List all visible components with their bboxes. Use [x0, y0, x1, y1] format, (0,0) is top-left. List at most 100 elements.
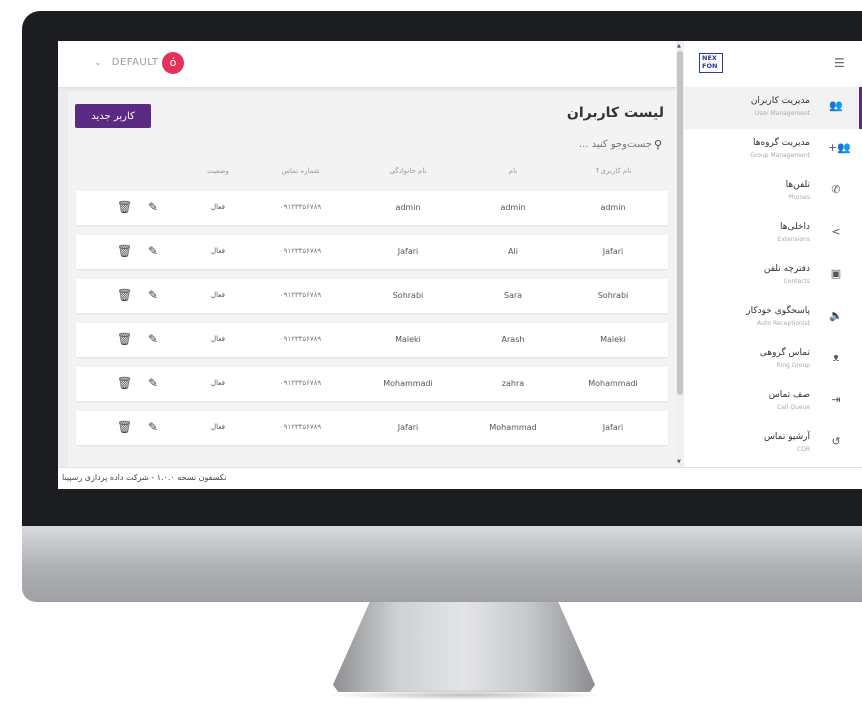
sidebar-item-extensions[interactable]: داخلی‌ها Extensions <: [684, 213, 862, 255]
cell-phone: ۰۹۱۲۳۴۵۶۷۸۹: [279, 379, 322, 387]
edit-icon[interactable]: ✎: [148, 200, 158, 214]
header-first-name[interactable]: نام: [463, 167, 563, 175]
sidebar-item-contacts[interactable]: دفترچه تلفن Contacts ▣: [684, 255, 862, 297]
cell-username: Jafari: [602, 423, 624, 432]
header-last-name[interactable]: نام خانوادگی: [353, 167, 463, 175]
table-row: 🗑 ✎ فعال ۰۹۱۲۳۴۵۶۷۸۹ Maleki Arash Maleki: [76, 323, 668, 357]
edit-icon[interactable]: ✎: [148, 420, 158, 434]
logo-line-2: FON: [702, 62, 718, 70]
table-row: 🗑 ✎ فعال ۰۹۱۲۳۴۵۶۷۸۹ Mohammadi zahra Moh…: [76, 367, 668, 401]
speaker-icon: 🔈: [829, 309, 843, 322]
sidebar-item-sublabel: CDR: [797, 446, 810, 453]
top-bar: ⌄ DEFAULT ó: [58, 41, 676, 87]
sidebar-item-auto-receptionist[interactable]: پاسخگوی خودکار Auto Receptionist 🔈: [684, 297, 862, 339]
sidebar-item-label: داخلی‌ها: [779, 222, 810, 232]
sidebar-item-sublabel: Phones: [788, 194, 810, 201]
monitor-chin: [22, 526, 862, 602]
sidebar-header: NEX FON ☰: [684, 41, 862, 87]
profile-select[interactable]: ⌄ DEFAULT: [94, 57, 159, 68]
nexfon-logo: NEX FON: [699, 53, 723, 73]
avatar[interactable]: ó: [162, 52, 184, 74]
share-icon: <: [831, 225, 841, 238]
sidebar-item-label: صف تماس: [768, 390, 810, 400]
delete-icon[interactable]: 🗑: [117, 200, 132, 214]
scroll-down-icon[interactable]: ▼: [677, 459, 681, 465]
cell-phone: ۰۹۱۲۳۴۵۶۷۸۹: [279, 291, 322, 299]
sidebar-item-sublabel: Call Queue: [777, 404, 810, 411]
delete-icon[interactable]: 🗑: [117, 244, 132, 258]
cell-status: فعال: [211, 291, 225, 299]
edit-icon[interactable]: ✎: [148, 244, 158, 258]
page-title: لیست کاربران: [566, 105, 664, 121]
cell-username: Mohammadi: [588, 379, 638, 388]
cell-username: Jafari: [602, 247, 624, 256]
cell-first-name: Sara: [503, 291, 523, 300]
cell-phone: ۰۹۱۲۳۴۵۶۷۸۹: [279, 423, 322, 431]
users-card: کاربر جدید لیست کاربران ⚲ ↑نام کاربری نا…: [68, 91, 676, 489]
scroll-up-icon[interactable]: ▲: [677, 43, 681, 49]
delete-icon[interactable]: 🗑: [117, 376, 132, 390]
cell-status: فعال: [211, 335, 225, 343]
cell-first-name: Arash: [501, 335, 525, 344]
stand-shadow: [325, 690, 605, 700]
search-input[interactable]: [541, 138, 652, 150]
sidebar-item-label: پاسخگوی خودکار: [746, 306, 810, 316]
new-user-button[interactable]: کاربر جدید: [75, 104, 151, 128]
sidebar: NEX FON ☰ مدیریت کاربران User Management…: [684, 41, 862, 467]
cell-first-name: zahra: [501, 379, 525, 388]
edit-icon[interactable]: ✎: [148, 288, 158, 302]
sidebar-item-label: تلفن‌ها: [785, 180, 810, 190]
search-icon: ⚲: [653, 137, 662, 151]
scrollbar-thumb[interactable]: [677, 51, 683, 395]
cell-last-name: Maleki: [395, 335, 421, 344]
delete-icon[interactable]: 🗑: [117, 420, 132, 434]
chevron-down-icon: ⌄: [94, 58, 103, 68]
cell-last-name: Mohammadi: [383, 379, 433, 388]
profile-label: DEFAULT: [111, 57, 159, 68]
contacts-icon: ▣: [830, 267, 842, 280]
sidebar-item-phones[interactable]: تلفن‌ها Phones ✆: [684, 171, 862, 213]
cell-last-name: Jafari: [397, 423, 419, 432]
sidebar-item-sublabel: Extensions: [777, 236, 810, 243]
cell-status: فعال: [211, 423, 225, 431]
header-username[interactable]: ↑نام کاربری: [563, 167, 663, 175]
sidebar-item-sublabel: Auto Receptionist: [757, 320, 810, 327]
cell-phone: ۰۹۱۲۳۴۵۶۷۸۹: [279, 247, 322, 255]
phone-icon: ✆: [831, 183, 841, 196]
sidebar-item-user-management[interactable]: مدیریت کاربران User Management 👥: [684, 87, 862, 129]
sidebar-item-sublabel: Ring Group: [776, 362, 810, 369]
table-row: 🗑 ✎ فعال ۰۹۱۲۳۴۵۶۷۸۹ Jafari Mohammad Jaf…: [76, 411, 668, 445]
delete-icon[interactable]: 🗑: [117, 332, 132, 346]
hamburger-menu-icon[interactable]: ☰: [834, 56, 845, 70]
edit-icon[interactable]: ✎: [148, 332, 158, 346]
cell-first-name: Ali: [508, 247, 518, 256]
sidebar-item-label: تماس گروهی: [759, 348, 810, 358]
cell-status: فعال: [211, 379, 225, 387]
search-box[interactable]: ⚲: [522, 135, 662, 153]
cell-first-name: admin: [500, 203, 526, 212]
header-phone[interactable]: شماره تماس: [248, 167, 353, 175]
sidebar-item-call-queue[interactable]: صف تماس Call Queue ⇥: [684, 381, 862, 423]
edit-icon[interactable]: ✎: [148, 376, 158, 390]
logo-line-1: NEX: [702, 54, 717, 62]
cell-username: Maleki: [600, 335, 626, 344]
users-icon: 👥: [829, 99, 843, 112]
delete-icon[interactable]: 🗑: [117, 288, 132, 302]
sidebar-item-cdr[interactable]: آرشیو تماس CDR ↺: [684, 423, 862, 465]
cell-status: فعال: [211, 247, 225, 255]
ring-group-icon: ᴥ: [832, 351, 840, 364]
cell-first-name: Mohammad: [489, 423, 537, 432]
cell-status: فعال: [211, 203, 225, 211]
footer: نکسفون نسخه ۱.۰.۰ - شرکت داده پردازی رسپ…: [58, 467, 862, 489]
sidebar-item-sublabel: Contacts: [783, 278, 810, 285]
sidebar-item-sublabel: User Management: [754, 110, 810, 117]
header-status[interactable]: وضعیت: [188, 167, 248, 175]
table-row: 🗑 ✎ فعال ۰۹۱۲۳۴۵۶۷۸۹ Sohrabi Sara Sohrab…: [76, 279, 668, 313]
queue-icon: ⇥: [831, 393, 841, 406]
sidebar-item-ring-group[interactable]: تماس گروهی Ring Group ᴥ: [684, 339, 862, 381]
table-header: ↑نام کاربری نام نام خانوادگی شماره تماس …: [68, 167, 676, 187]
app-screen: ⌄ DEFAULT ó کاربر جدید لیست کاربران ⚲ ↑ن…: [58, 41, 862, 489]
sidebar-item-label: دفترچه تلفن: [763, 264, 810, 274]
scrollbar[interactable]: ▲ ▼: [676, 41, 684, 467]
sidebar-item-group-management[interactable]: مدیریت گروه‌ها Group Management +👥: [684, 129, 862, 171]
